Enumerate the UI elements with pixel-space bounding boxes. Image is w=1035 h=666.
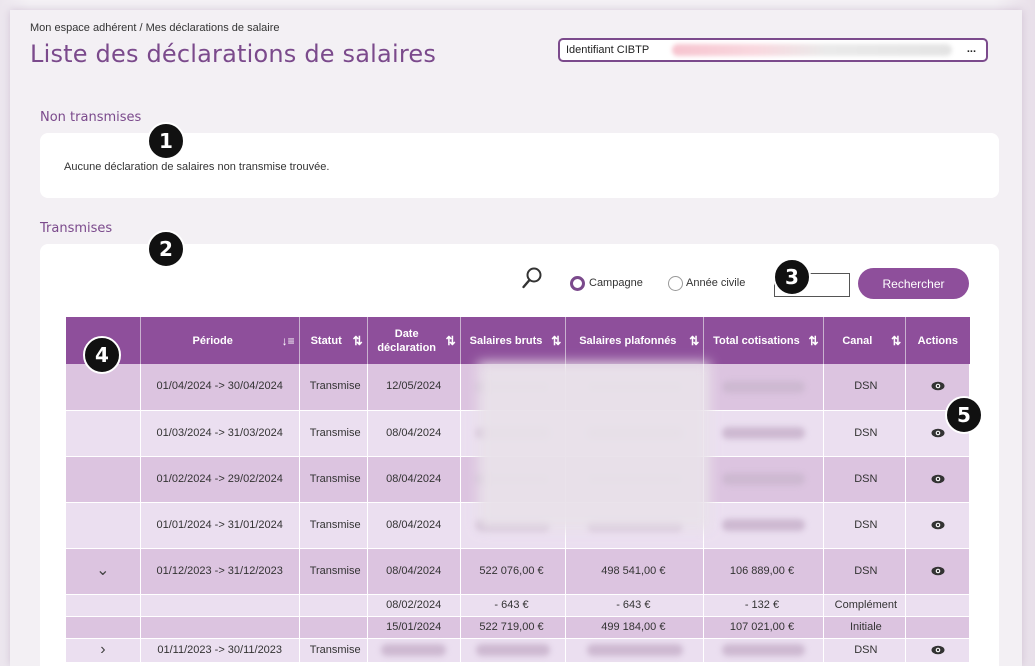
redacted-value xyxy=(722,473,805,485)
sort-icon[interactable]: ⇅ xyxy=(891,334,901,348)
date-cell: 12/05/2024 xyxy=(367,364,461,411)
header-statut[interactable]: Statut ⇅ xyxy=(299,317,368,364)
annotation-badge-2: 2 xyxy=(147,230,185,268)
breadcrumb: Mon espace adhérent / Mes déclarations d… xyxy=(30,22,280,34)
salaires-plafonnes-cell: 498 541,00 € xyxy=(565,548,705,595)
canal-cell: DSN xyxy=(823,638,907,663)
radio-campagne-label: Campagne xyxy=(589,277,643,289)
periode-cell: 01/04/2024 -> 30/04/2024 xyxy=(140,364,300,411)
canal-cell: DSN xyxy=(823,456,907,503)
eye-icon[interactable] xyxy=(931,566,945,576)
salaires-bruts-cell: 522 719,00 € xyxy=(460,616,567,639)
cibtp-identifier-select[interactable]: Identifiant CIBTP ... xyxy=(558,38,988,62)
non-transmises-label: Non transmises xyxy=(40,110,142,125)
statut-cell: Transmise xyxy=(299,638,368,663)
statut-cell: Transmise xyxy=(299,502,368,549)
date-cell: 08/04/2024 xyxy=(367,502,461,549)
statut-cell: Transmise xyxy=(299,548,368,595)
date-cell: 08/02/2024 xyxy=(367,594,461,617)
header-salaires-plafonnes[interactable]: Salaires plafonnés ⇅ xyxy=(565,317,705,364)
sort-desc-icon[interactable]: ↓≡ xyxy=(282,334,295,348)
sub-row: 15/01/2024 522 719,00 € 499 184,00 € 107… xyxy=(66,616,970,639)
periode-cell: 01/02/2024 -> 29/02/2024 xyxy=(140,456,300,503)
redacted-value xyxy=(722,427,805,439)
salaires-bruts-cell: 522 076,00 € xyxy=(460,548,567,595)
annotation-badge-1: 1 xyxy=(147,122,185,160)
more-options-button[interactable]: ... xyxy=(967,43,976,55)
date-cell: 08/04/2024 xyxy=(367,456,461,503)
search-button[interactable]: Rechercher xyxy=(858,268,969,299)
salaires-plafonnes-cell: - 643 € xyxy=(565,594,705,617)
chevron-down-icon[interactable]: ⌄ xyxy=(96,562,109,579)
cibtp-identifier-label: Identifiant CIBTP xyxy=(566,44,650,56)
redacted-value xyxy=(381,644,446,656)
header-total-cotisations[interactable]: Total cotisations ⇅ xyxy=(703,317,824,364)
table-row: › 01/11/2023 -> 30/11/2023 Transmise DSN xyxy=(66,638,970,663)
eye-icon[interactable] xyxy=(931,474,945,484)
redacted-value xyxy=(722,644,805,656)
annotation-badge-5: 5 xyxy=(945,396,983,434)
eye-icon[interactable] xyxy=(931,520,945,530)
canal-cell: Initiale xyxy=(823,616,907,639)
radio-annee-civile[interactable] xyxy=(668,276,683,291)
total-cotisations-cell: 107 021,00 € xyxy=(703,616,824,639)
statut-cell: Transmise xyxy=(299,364,368,411)
date-cell: 08/04/2024 xyxy=(367,410,461,457)
eye-icon[interactable] xyxy=(931,645,945,655)
magnifier-icon[interactable] xyxy=(521,266,543,290)
chevron-right-icon[interactable]: › xyxy=(100,641,105,658)
total-cotisations-cell: - 132 € xyxy=(703,594,824,617)
header-date[interactable]: Date déclaration ⇅ xyxy=(367,317,461,364)
salaires-plafonnes-cell: 499 184,00 € xyxy=(565,616,705,639)
eye-icon[interactable] xyxy=(931,381,945,391)
header-salaires-bruts[interactable]: Salaires bruts ⇅ xyxy=(460,317,567,364)
periode-cell: 01/01/2024 -> 31/01/2024 xyxy=(140,502,300,549)
redacted-area xyxy=(478,362,710,530)
canal-cell: DSN xyxy=(823,364,907,411)
canal-cell: DSN xyxy=(823,548,907,595)
redacted-value xyxy=(586,644,683,656)
header-canal[interactable]: Canal ⇅ xyxy=(823,317,907,364)
radio-annee-civile-label: Année civile xyxy=(686,277,746,289)
statut-cell: Transmise xyxy=(299,456,368,503)
total-cotisations-cell: 106 889,00 € xyxy=(703,548,824,595)
canal-cell: DSN xyxy=(823,410,907,457)
empty-message: Aucune déclaration de salaires non trans… xyxy=(64,161,330,173)
header-periode[interactable]: Période ↓≡ xyxy=(140,317,300,364)
redacted-value xyxy=(722,380,805,393)
redacted-identifier xyxy=(672,44,952,56)
page-title: Liste des déclarations de salaires xyxy=(30,40,437,68)
sort-icon[interactable]: ⇅ xyxy=(446,334,456,348)
sort-icon[interactable]: ⇅ xyxy=(689,334,699,348)
sub-row: 08/02/2024 - 643 € - 643 € - 132 € Compl… xyxy=(66,594,970,617)
radio-campagne[interactable] xyxy=(570,276,585,291)
date-cell: 15/01/2024 xyxy=(367,616,461,639)
salaires-bruts-cell: - 643 € xyxy=(460,594,567,617)
sort-icon[interactable]: ⇅ xyxy=(808,334,818,348)
annotation-badge-4: 4 xyxy=(83,336,121,374)
eye-icon[interactable] xyxy=(931,428,945,438)
redacted-value xyxy=(476,644,550,656)
statut-cell: Transmise xyxy=(299,410,368,457)
periode-cell: 01/03/2024 -> 31/03/2024 xyxy=(140,410,300,457)
canal-cell: Complément xyxy=(823,594,907,617)
periode-cell: 01/12/2023 -> 31/12/2023 xyxy=(140,548,300,595)
annotation-badge-3: 3 xyxy=(773,258,811,296)
sort-icon[interactable]: ⇅ xyxy=(353,334,363,348)
table-row-expanded: ⌄ 01/12/2023 -> 31/12/2023 Transmise 08/… xyxy=(66,548,970,595)
periode-cell: 01/11/2023 -> 30/11/2023 xyxy=(140,638,300,663)
canal-cell: DSN xyxy=(823,502,907,549)
redacted-value xyxy=(722,519,805,531)
header-actions: Actions xyxy=(905,317,970,364)
transmises-label: Transmises xyxy=(40,221,113,236)
sort-icon[interactable]: ⇅ xyxy=(551,334,561,348)
date-cell: 08/04/2024 xyxy=(367,548,461,595)
